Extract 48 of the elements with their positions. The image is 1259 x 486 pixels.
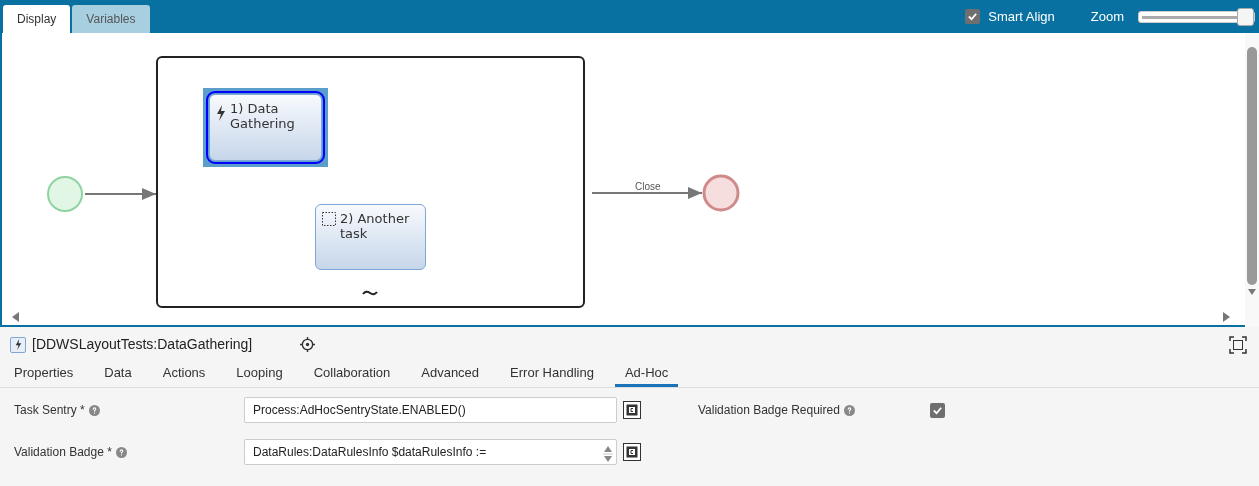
- tab[interactable]: Error Handling: [500, 362, 604, 387]
- textarea-field[interactable]: DataRules:DataRulesInfo $dataRulesInfo :=: [244, 439, 617, 465]
- input-field[interactable]: Process:AdHocSentryState.ENABLED(): [244, 397, 617, 423]
- tab[interactable]: Ad-Hoc: [614, 362, 679, 387]
- element-title: [DDWSLayoutTests:DataGathering]: [32, 335, 254, 354]
- zoom-slider-track[interactable]: [1138, 10, 1255, 23]
- scroll-left-icon[interactable]: [12, 312, 19, 322]
- locate-icon[interactable]: [300, 337, 315, 352]
- adhoc-tilde-icon: [362, 290, 378, 296]
- checkmark-icon: [967, 11, 979, 22]
- spinner-arrows-icon[interactable]: [603, 444, 613, 464]
- tab[interactable]: Variables: [72, 5, 150, 33]
- maximize-icon[interactable]: [1229, 335, 1247, 354]
- tab[interactable]: Data: [94, 362, 142, 387]
- end-event-circle: [702, 174, 740, 212]
- task-node[interactable]: 1) Data Gathering: [209, 94, 322, 161]
- checkmark-icon: [932, 404, 943, 416]
- field-label: Validation Badge Required: [698, 402, 840, 419]
- checkbox[interactable]: [965, 9, 981, 24]
- tab[interactable]: Actions: [152, 362, 216, 387]
- task-label: 2) Another task: [340, 211, 411, 241]
- tab[interactable]: Properties: [4, 362, 84, 387]
- tab[interactable]: Looping: [226, 362, 293, 387]
- checkbox[interactable]: [930, 402, 945, 418]
- flow-label: Close: [635, 180, 661, 194]
- expression-editor-button[interactable]: [623, 401, 641, 419]
- dotted-square-icon: [322, 212, 336, 226]
- scrollbar-thumb[interactable]: [1247, 47, 1257, 285]
- scroll-down-icon[interactable]: [1248, 289, 1256, 295]
- field-label: Task Sentry *: [14, 402, 85, 419]
- expression-editor-button[interactable]: [623, 443, 641, 461]
- lightning-icon: [216, 105, 226, 121]
- start-event-circle: [47, 176, 83, 212]
- scroll-right-icon[interactable]: [1223, 312, 1230, 322]
- task-label: 1) Data Gathering: [230, 101, 296, 131]
- tab[interactable]: Collaboration: [303, 362, 401, 387]
- field-label: Validation Badge *: [14, 444, 112, 461]
- vertical-scrollbar[interactable]: [1245, 33, 1259, 327]
- lightning-icon: [10, 336, 26, 353]
- zoom-label: Zoom: [1090, 7, 1124, 26]
- help-icon[interactable]: [843, 404, 855, 416]
- help-icon[interactable]: [115, 446, 127, 458]
- help-icon[interactable]: [88, 404, 100, 416]
- tab[interactable]: Display: [3, 5, 71, 33]
- task-node[interactable]: 2) Another task: [315, 204, 426, 270]
- zoom-slider-thumb[interactable]: [1236, 7, 1254, 26]
- smart-align-label: Smart Align: [988, 7, 1055, 26]
- tab[interactable]: Advanced: [411, 362, 490, 387]
